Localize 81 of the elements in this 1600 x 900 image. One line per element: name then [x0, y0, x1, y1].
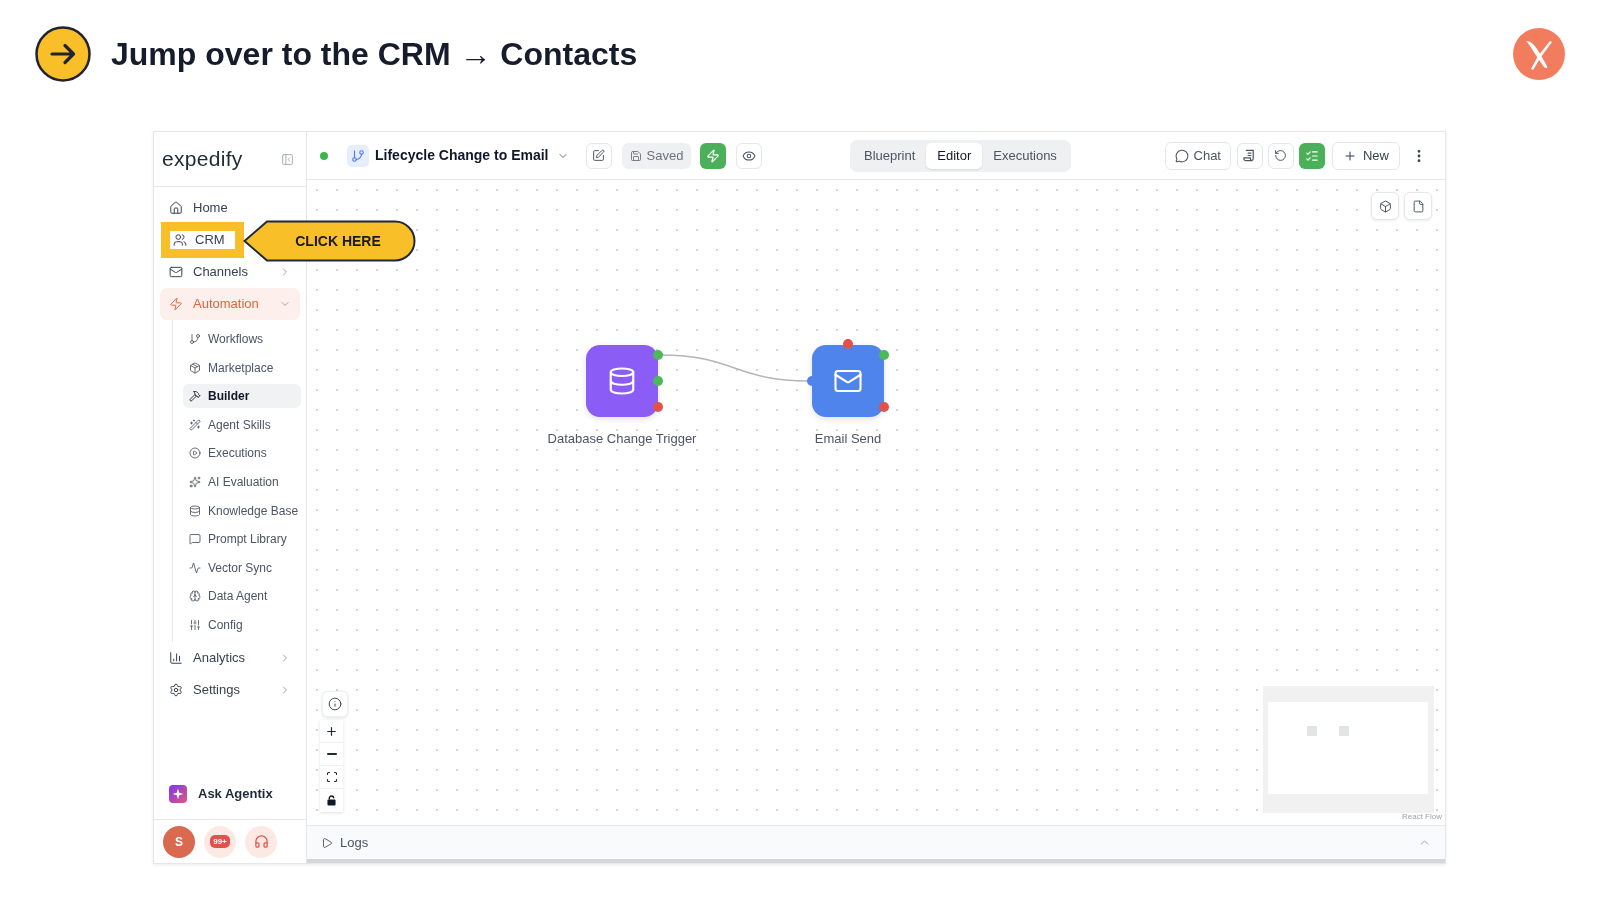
envelope-icon [169, 265, 183, 279]
nav-subitem[interactable]: Builder [183, 384, 301, 409]
preview-button[interactable] [736, 142, 763, 169]
speech-bubble-icon [1174, 148, 1189, 163]
fit-view-icon [325, 771, 338, 783]
nav-subitem[interactable]: Knowledge Base [183, 498, 301, 523]
slide-title: Jump over to the CRM → Contacts [111, 35, 638, 74]
checklist-button[interactable] [1299, 142, 1325, 169]
lightning-icon [706, 148, 721, 163]
pulse-icon [189, 561, 201, 574]
view-tab[interactable]: Blueprint [853, 142, 927, 169]
logo-icon [1513, 28, 1565, 80]
nav-subitem[interactable]: Data Agent [183, 584, 301, 609]
info-button[interactable] [322, 691, 348, 717]
pencil-square-icon [592, 149, 605, 162]
lock-icon [327, 795, 336, 806]
database-icon [607, 366, 637, 396]
new-button[interactable]: New [1332, 141, 1400, 170]
ask-assistant-button[interactable]: Ask Agentix [160, 777, 300, 811]
package-icon [189, 361, 201, 374]
nav-subitem[interactable]: Prompt Library [183, 527, 301, 552]
app-logo: expedify [162, 146, 243, 173]
users-icon [173, 233, 187, 247]
node-label: Database Change Trigger [547, 430, 697, 448]
chat-button[interactable]: Chat [1164, 141, 1231, 170]
minimap-node-icon [1339, 726, 1349, 736]
headset-icon [253, 834, 269, 849]
bar-chart-icon [169, 650, 183, 665]
magic-wand-icon [189, 418, 201, 431]
nav-subitem[interactable]: Marketplace [183, 355, 301, 380]
brain-icon [189, 590, 201, 603]
notifications-button[interactable]: 99+ [204, 825, 236, 858]
lightning-button[interactable] [700, 142, 727, 169]
minimap-node-icon [1307, 726, 1317, 736]
sparkle-icon [169, 785, 187, 803]
nav-subitem[interactable]: AI Evaluation [183, 469, 301, 494]
branch-icon [347, 144, 369, 167]
sliders-icon [189, 618, 201, 631]
logs-toggle[interactable]: Logs [321, 832, 369, 853]
node-label: Email Send [814, 430, 882, 448]
eye-icon [742, 148, 757, 163]
cube-icon [1378, 199, 1392, 213]
script-button[interactable] [1237, 142, 1263, 169]
nav-item[interactable]: CRM [161, 222, 244, 258]
workflow-name-dropdown[interactable]: Lifecycle Change to Email [375, 145, 569, 166]
notification-badge: 99+ [210, 835, 230, 848]
play-icon [321, 836, 333, 849]
lightning-icon [169, 297, 183, 311]
nav-subitem[interactable]: Executions [183, 441, 301, 466]
cube-button[interactable] [1371, 192, 1399, 220]
plus-icon [325, 724, 338, 738]
nav-subitem[interactable]: Agent Skills [183, 412, 301, 437]
nav-item[interactable]: Settings [160, 673, 300, 706]
document-button[interactable] [1404, 192, 1432, 220]
nav-subitem[interactable]: Workflows [183, 327, 301, 351]
home-icon [169, 201, 183, 215]
view-tab[interactable]: Executions [982, 142, 1068, 169]
hammer-icon [189, 390, 201, 403]
minus-icon [326, 753, 337, 755]
info-icon [328, 697, 342, 711]
saved-button[interactable]: Saved [621, 142, 692, 169]
speech-bubble-icon [189, 533, 201, 546]
edit-button[interactable] [585, 142, 612, 169]
undo-button[interactable] [1268, 142, 1294, 169]
undo-icon [1274, 149, 1288, 162]
plus-icon [1343, 148, 1357, 163]
play-circle-icon [189, 447, 201, 460]
sidebar-toggle-icon[interactable] [281, 152, 294, 166]
database-icon [189, 504, 201, 517]
branch-icon [189, 333, 201, 345]
arrow-right-icon [35, 26, 91, 82]
nav-item[interactable]: Analytics [160, 641, 300, 674]
document-icon [1411, 199, 1425, 213]
checklist-icon [1305, 148, 1319, 163]
nav-subitem[interactable]: Config [183, 612, 301, 637]
scroll-icon [1243, 149, 1257, 162]
nav-subitem[interactable]: Vector Sync [183, 555, 301, 580]
support-button[interactable] [245, 825, 277, 858]
gear-icon [169, 682, 183, 697]
view-tab[interactable]: Editor [926, 142, 983, 169]
sparkles-icon [189, 475, 201, 488]
